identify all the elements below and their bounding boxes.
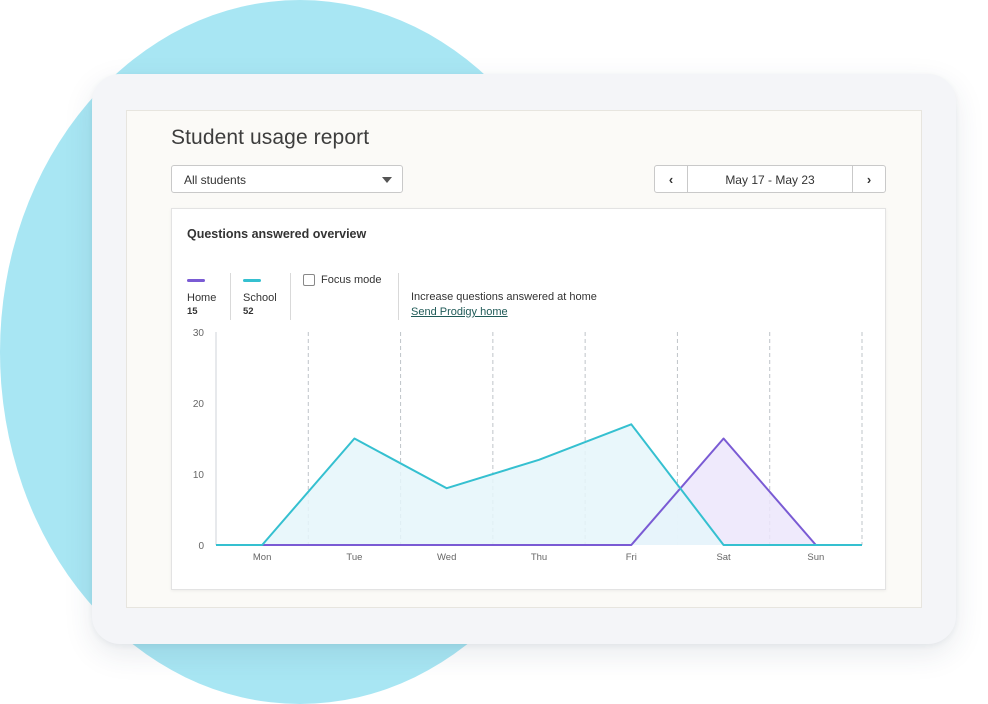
y-tick-label: 10 <box>193 470 205 481</box>
x-tick-label: Sun <box>807 552 824 563</box>
y-tick-label: 0 <box>198 541 204 552</box>
x-tick-label: Tue <box>346 552 362 563</box>
y-tick-label: 20 <box>193 399 205 410</box>
x-tick-label: Mon <box>253 552 271 563</box>
x-tick-label: Wed <box>437 552 456 563</box>
y-tick-label: 30 <box>193 328 205 339</box>
x-tick-label: Fri <box>626 552 637 563</box>
x-tick-label: Thu <box>531 552 547 563</box>
questions-chart: 0 10 20 30 Mon Tue Wed Thu Fri Sat Sun <box>193 328 863 563</box>
x-tick-label: Sat <box>716 552 731 563</box>
